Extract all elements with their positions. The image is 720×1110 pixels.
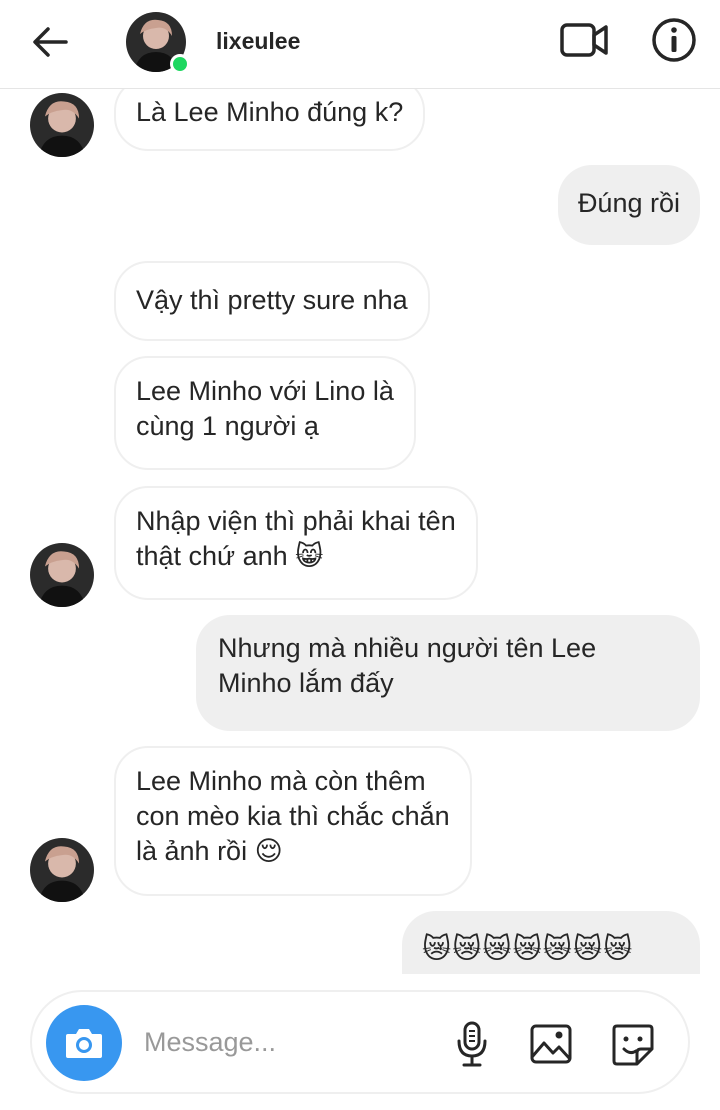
message-bubble-incoming[interactable]: Lee Minho mà còn thêm con mèo kia thì ch… — [114, 746, 472, 896]
message-text: 😿😿😿😿😿😿😿 — [422, 933, 634, 964]
message-text-line: Minho lắm đấy — [218, 668, 394, 698]
contact-avatar[interactable] — [126, 12, 190, 74]
contact-username[interactable]: lixeulee — [216, 28, 300, 55]
message-bubble-outgoing[interactable]: Nhưng mà nhiều người tên Lee Minho lắm đ… — [196, 615, 700, 731]
message-text: Đúng rồi — [577, 188, 680, 218]
message-text-line: Nhập viện thì phải khai tên — [136, 506, 456, 536]
sticker-icon — [612, 1024, 654, 1066]
message-text-line: là ảnh rồi 😌 — [136, 836, 283, 866]
message-thread[interactable]: Là Lee Minho đúng k? Đúng rồi Vậy thì pr… — [0, 89, 720, 974]
message-bubble-incoming[interactable]: Lee Minho với Lino là cùng 1 người ạ — [114, 356, 416, 470]
message-text-line: thật chứ anh 😸 — [136, 541, 324, 571]
microphone-icon — [457, 1021, 487, 1067]
sender-avatar[interactable] — [30, 93, 94, 157]
arrow-left-icon — [33, 27, 68, 57]
message-bubble-incoming[interactable]: Nhập viện thì phải khai tên thật chứ anh… — [114, 486, 478, 600]
video-call-button[interactable] — [556, 16, 612, 64]
online-status-dot — [170, 54, 190, 74]
camera-icon — [66, 1029, 102, 1058]
voice-message-button[interactable] — [450, 1020, 494, 1068]
chat-header: lixeulee — [0, 0, 720, 89]
message-composer — [30, 990, 690, 1094]
message-text-line: con mèo kia thì chắc chắn — [136, 801, 450, 831]
message-input[interactable] — [144, 1022, 434, 1062]
video-camera-icon — [560, 23, 608, 57]
gallery-button[interactable] — [528, 1022, 574, 1066]
message-text: Là Lee Minho đúng k? — [136, 97, 404, 127]
message-text: Vậy thì pretty sure nha — [136, 285, 408, 315]
message-text-line: Lee Minho mà còn thêm — [136, 766, 426, 796]
message-bubble-outgoing[interactable]: 😿😿😿😿😿😿😿 — [402, 911, 700, 974]
info-icon — [652, 18, 696, 62]
message-text-line: Nhưng mà nhiều người tên Lee — [218, 633, 597, 663]
info-button[interactable] — [648, 14, 700, 66]
message-bubble-incoming[interactable]: Là Lee Minho đúng k? — [114, 89, 426, 151]
camera-button[interactable] — [46, 1005, 122, 1081]
sender-avatar[interactable] — [30, 543, 94, 607]
sticker-button[interactable] — [610, 1022, 656, 1068]
message-bubble-incoming[interactable]: Vậy thì pretty sure nha — [114, 261, 430, 341]
back-button[interactable] — [28, 22, 72, 62]
sender-avatar[interactable] — [30, 838, 94, 902]
message-text-line: cùng 1 người ạ — [136, 411, 319, 441]
message-text-line: Lee Minho với Lino là — [136, 376, 394, 406]
image-gallery-icon — [530, 1024, 572, 1064]
message-bubble-outgoing[interactable]: Đúng rồi — [557, 165, 700, 245]
